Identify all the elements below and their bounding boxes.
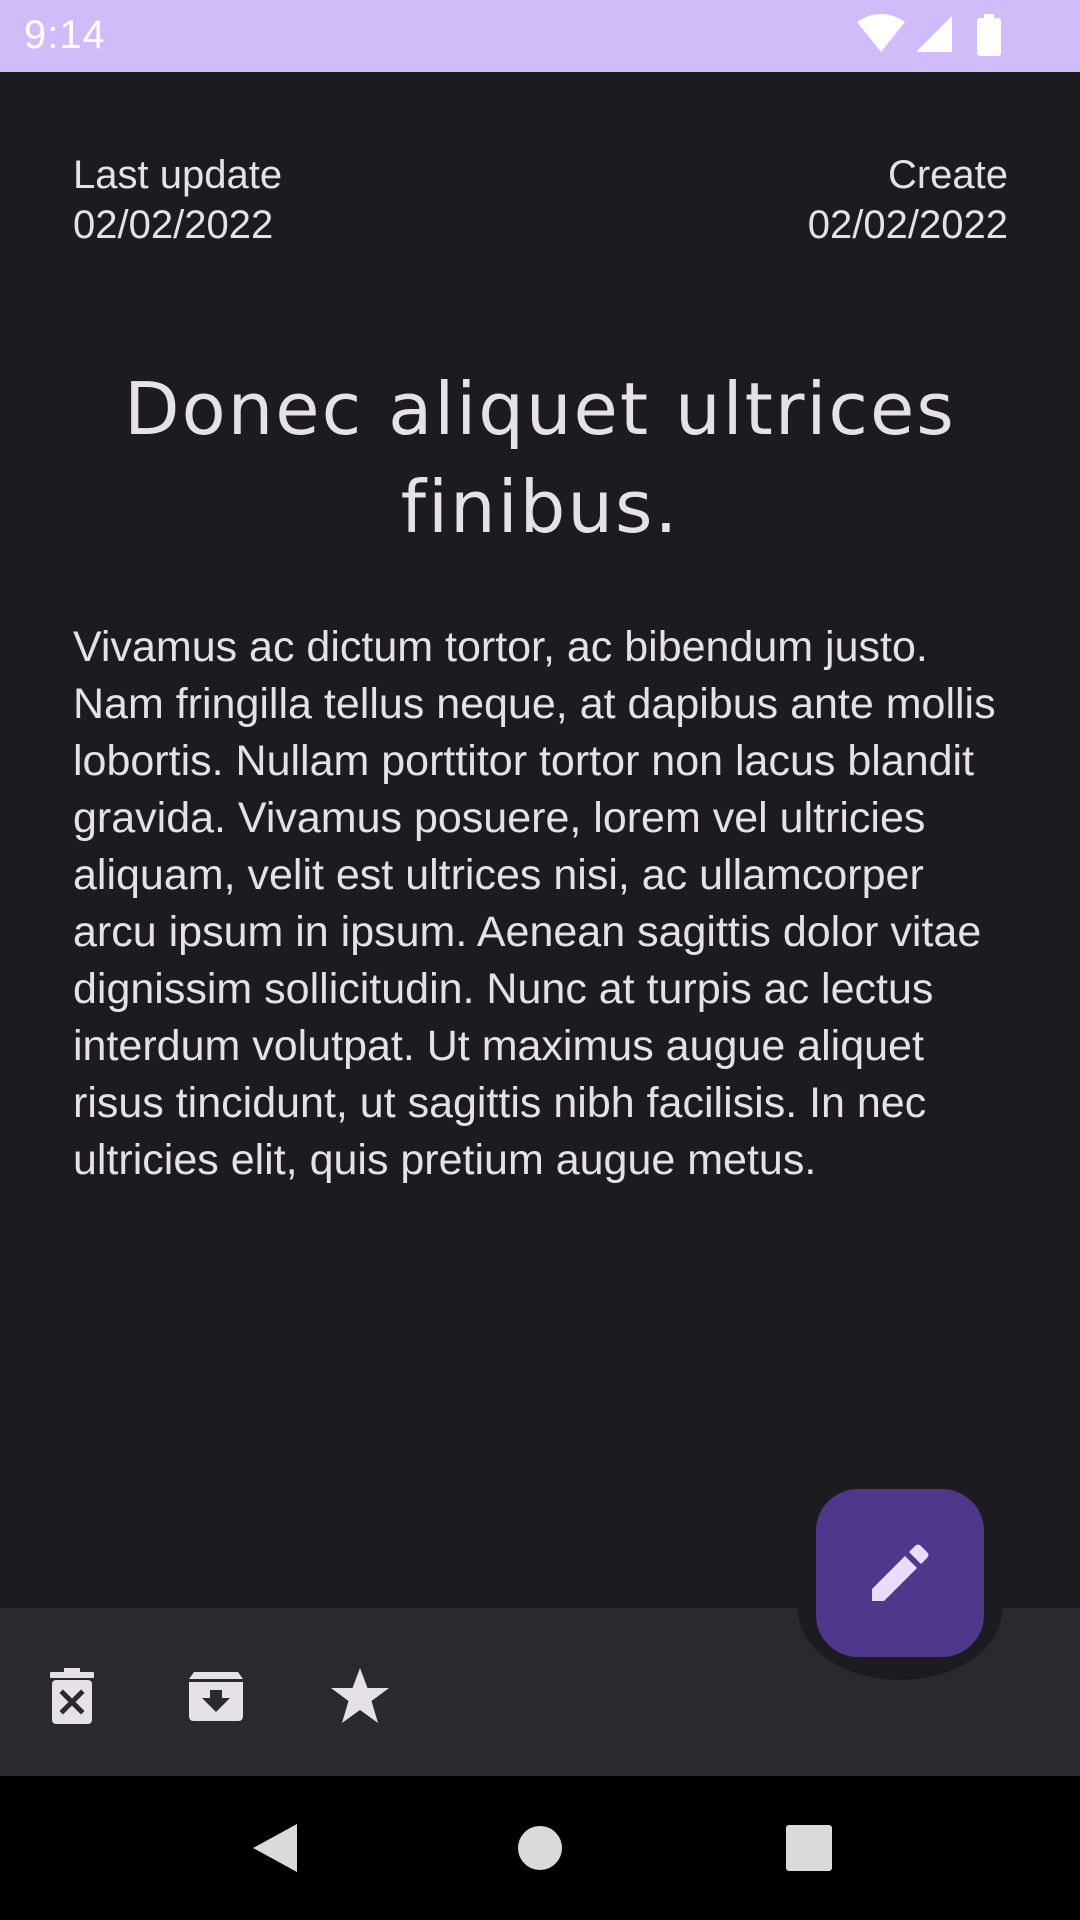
create-label: Create	[887, 153, 1008, 197]
delete-button[interactable]	[36, 1660, 108, 1732]
recents-button[interactable]	[773, 1812, 845, 1884]
last-update-date: 02/02/2022	[73, 203, 274, 247]
recents-icon	[786, 1825, 832, 1871]
edit-fab[interactable]	[816, 1489, 984, 1657]
delete-icon	[50, 1668, 94, 1724]
archive-icon	[189, 1672, 243, 1721]
star-icon	[331, 1668, 389, 1723]
create-date: 02/02/2022	[807, 203, 1008, 247]
archive-button[interactable]	[180, 1660, 252, 1732]
edit-icon	[872, 1544, 929, 1601]
battery-icon	[977, 14, 1001, 56]
wifi-icon	[857, 14, 905, 52]
home-button[interactable]	[504, 1812, 576, 1884]
system-nav-bar	[0, 1776, 1080, 1920]
back-icon	[253, 1824, 297, 1872]
home-icon	[518, 1826, 562, 1870]
status-bar: 9:14	[0, 0, 1080, 72]
back-button[interactable]	[238, 1812, 310, 1884]
note-title: Donec aliquet ultrices finibus.	[124, 367, 956, 549]
favorite-button[interactable]	[324, 1660, 396, 1732]
note-body: Vivamus ac dictum tortor, ac bibendum ju…	[73, 623, 996, 1184]
status-time: 9:14	[24, 13, 106, 57]
last-update-info: Last update 02/02/2022	[73, 150, 282, 250]
last-update-label: Last update	[73, 153, 283, 197]
create-info: Create 02/02/2022	[808, 150, 1008, 250]
cellular-signal-icon	[916, 16, 952, 52]
